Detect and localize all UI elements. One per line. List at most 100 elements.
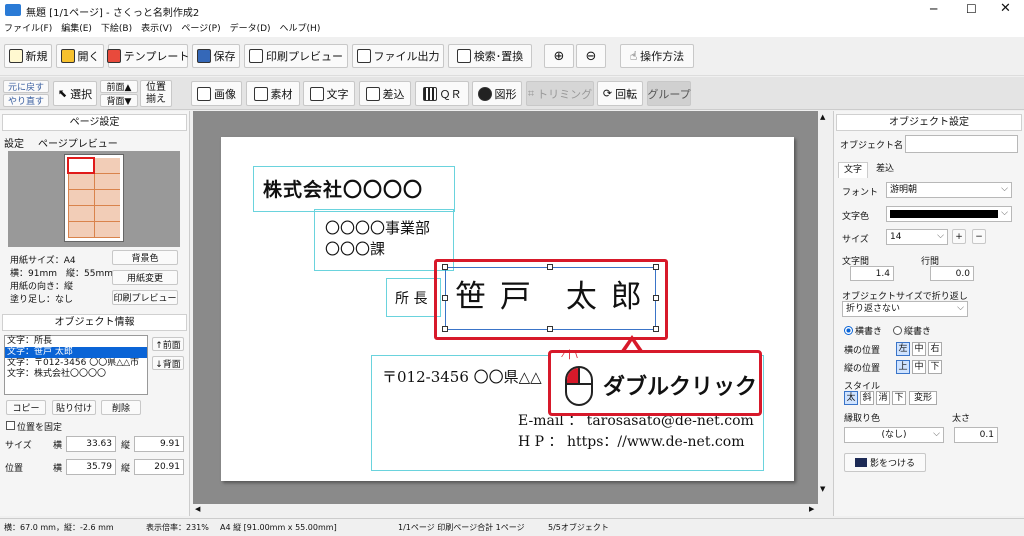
fix-position-label: 位置を固定 [17, 423, 63, 433]
help-button[interactable]: ☝ 操作方法 [620, 44, 694, 68]
char-spacing-field[interactable]: 1.4 [850, 266, 894, 281]
save-icon [196, 49, 211, 63]
qr-button[interactable]: ＱＲ [415, 81, 469, 106]
open-button[interactable]: 開く [56, 44, 104, 68]
select-button[interactable]: ⬉ 選択 [53, 81, 97, 106]
hpos-left-button[interactable]: 左 [896, 342, 910, 356]
search-replace-button[interactable]: 検索･置換 [448, 44, 532, 68]
double-click-callout: ⁄ | \ ダブルクリック [548, 349, 762, 416]
template-button[interactable]: テンプレート [106, 44, 189, 68]
pos-y-field[interactable]: 20.91 [134, 459, 184, 475]
menu-page[interactable]: ページ(P) [181, 21, 220, 37]
undo-button[interactable]: 元に戻す [3, 80, 49, 93]
save-button[interactable]: 保存 [192, 44, 240, 68]
print-preview-button[interactable]: 印刷プレビュー [244, 44, 348, 68]
paste-button[interactable]: 貼り付け [52, 400, 96, 415]
tab-text[interactable]: 文字 [838, 162, 868, 178]
material-button[interactable]: 素材 [246, 81, 300, 106]
size-w-field[interactable]: 33.63 [66, 436, 116, 452]
print-preview-small-button[interactable]: 印刷プレビュー [112, 290, 178, 305]
vpos-bottom-button[interactable]: 下 [928, 360, 942, 374]
menu-data[interactable]: データ(D) [230, 21, 271, 37]
text-button[interactable]: 文字 [303, 81, 355, 106]
shadow-button[interactable]: 影をつける [844, 453, 926, 472]
list-item[interactable]: 文字：株式会社〇〇〇〇 [5, 369, 147, 380]
pos-x-label: 横 [53, 464, 63, 474]
hpos-center-button[interactable]: 中 [912, 342, 926, 356]
scroll-right-icon[interactable]: ▶ [809, 505, 814, 513]
menu-view[interactable]: 表示(V) [141, 21, 172, 37]
zoom-out-icon: ⊖ [585, 48, 597, 64]
fix-position-checkbox[interactable] [6, 421, 15, 430]
font-select[interactable]: 游明朝 [886, 182, 1012, 198]
scroll-left-icon[interactable]: ◀ [195, 505, 200, 513]
list-item[interactable]: 文字：所長 [5, 336, 147, 347]
hpos-label: 横の位置 [844, 346, 881, 356]
close-icon[interactable]: ✕ [1000, 1, 1011, 16]
bring-front-button[interactable]: 前面▲ [100, 80, 138, 93]
list-item[interactable]: 文字：〒012-3456 〇〇県△△市 [5, 358, 147, 369]
text-color-select[interactable] [886, 206, 1012, 222]
send-back-button[interactable]: 背面▼ [100, 94, 138, 107]
zoom-out-button[interactable]: ⊖ [576, 44, 606, 68]
list-item-selected[interactable]: 文字：笹戸 太郎 [5, 347, 147, 358]
size-h-field[interactable]: 9.91 [134, 436, 184, 452]
background-color-button[interactable]: 背景色 [112, 250, 178, 265]
size-decrease-button[interactable]: − [972, 229, 986, 244]
tab-settings[interactable]: 設定 [4, 135, 24, 150]
merge-button[interactable]: 差込 [359, 81, 411, 106]
bold-button[interactable]: 太 [844, 391, 858, 405]
menu-file[interactable]: ファイル(F) [4, 21, 52, 37]
image-button[interactable]: 画像 [191, 81, 242, 106]
underline-button[interactable]: 下 [892, 391, 906, 405]
zoom-in-button[interactable]: ⊕ [544, 44, 574, 68]
vertical-radio[interactable] [893, 326, 902, 335]
object-name-field[interactable] [905, 135, 1018, 153]
maximize-icon[interactable]: ☐ [966, 2, 977, 16]
new-button[interactable]: 新規 [4, 44, 52, 68]
wrap-select[interactable]: 折り返さない [842, 301, 968, 317]
redo-button[interactable]: やり直す [3, 94, 49, 107]
thickness-field[interactable]: 0.1 [954, 427, 998, 443]
double-click-text: ダブルクリック [603, 375, 758, 400]
shape-button[interactable]: 図形 [472, 81, 522, 106]
strike-button[interactable]: 消 [876, 391, 890, 405]
copy-button[interactable]: コピー [6, 400, 46, 415]
minimize-icon[interactable]: ─ [930, 2, 937, 16]
menu-help[interactable]: ヘルプ(H) [280, 21, 321, 37]
menu-underlay[interactable]: 下絵(B) [101, 21, 132, 37]
vpos-middle-button[interactable]: 中 [912, 360, 926, 374]
vertical-scrollbar[interactable]: ▲ ▼ [818, 111, 830, 504]
business-card[interactable]: 株式会社〇〇〇〇 〇〇〇〇事業部 〇〇〇課 所 長 笹 戸 太 郎 〒012-3… [221, 137, 794, 481]
italic-button[interactable]: 斜 [860, 391, 874, 405]
file-output-button[interactable]: ファイル出力 [352, 44, 444, 68]
object-list[interactable]: 文字：所長 文字：笹戸 太郎 文字：〒012-3456 〇〇県△△市 文字：株式… [4, 335, 148, 395]
align-button[interactable]: 位置 揃え [140, 80, 172, 107]
folder-icon [60, 49, 75, 63]
tab-page-preview[interactable]: ページプレビュー [38, 135, 118, 150]
hpos-right-button[interactable]: 右 [928, 342, 942, 356]
line-spacing-field[interactable]: 0.0 [930, 266, 974, 281]
canvas-area[interactable]: 株式会社〇〇〇〇 〇〇〇〇事業部 〇〇〇課 所 長 笹 戸 太 郎 〒012-3… [193, 111, 830, 504]
page-thumbnail[interactable] [64, 154, 124, 242]
delete-button[interactable]: 削除 [101, 400, 141, 415]
rotate-button[interactable]: ⟳ 回転 [597, 81, 643, 106]
mouse-divider [578, 368, 580, 384]
border-color-select[interactable]: (なし) [844, 427, 944, 443]
font-size-select[interactable]: 14 [886, 229, 948, 245]
change-paper-button[interactable]: 用紙変更 [112, 270, 178, 285]
pos-x-field[interactable]: 35.79 [66, 459, 116, 475]
vpos-top-button[interactable]: 上 [896, 360, 910, 374]
list-front-button[interactable]: ↑前面 [152, 337, 184, 351]
zoom-in-icon: ⊕ [553, 48, 565, 64]
list-back-button[interactable]: ↓背面 [152, 356, 184, 370]
tab-merge[interactable]: 差込 [870, 162, 900, 178]
horizontal-scrollbar[interactable]: ◀ ▶ [193, 504, 830, 516]
menu-edit[interactable]: 編集(E) [61, 21, 92, 37]
app-icon [5, 4, 21, 16]
scroll-up-icon[interactable]: ▲ [820, 113, 825, 121]
horizontal-radio[interactable] [844, 326, 853, 335]
transform-button[interactable]: 変形 [909, 391, 937, 405]
size-increase-button[interactable]: + [952, 229, 966, 244]
scroll-down-icon[interactable]: ▼ [820, 485, 825, 493]
